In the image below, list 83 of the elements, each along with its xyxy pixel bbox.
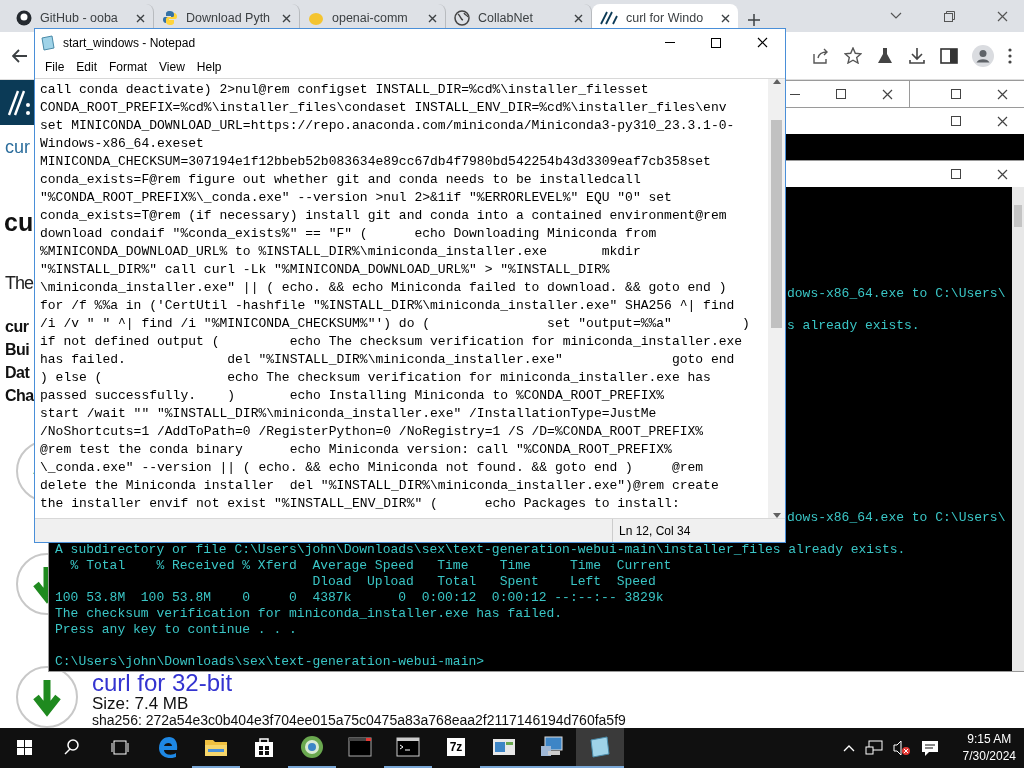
terminal-icon[interactable] — [396, 737, 420, 757]
detail-label: Cha — [5, 386, 34, 406]
maximize-icon[interactable] — [951, 116, 961, 126]
back-arrow-icon[interactable] — [12, 48, 28, 63]
maximize-icon[interactable] — [711, 37, 721, 48]
profile-icon[interactable] — [972, 44, 994, 67]
detail-label: Bui — [5, 340, 30, 360]
page-heading: cu — [4, 207, 34, 238]
search-icon[interactable] — [64, 739, 80, 755]
page-link[interactable]: cur — [5, 135, 30, 159]
intro-text: The — [5, 272, 34, 295]
minimize-icon[interactable] — [790, 93, 800, 95]
archive-app-label[interactable]: 7z — [446, 738, 466, 756]
slashes-icon — [600, 10, 618, 26]
shopping-bag-icon[interactable] — [254, 736, 274, 758]
close-icon[interactable] — [721, 13, 730, 23]
speaker-muted-icon[interactable] — [892, 740, 911, 756]
download-link[interactable]: curl for 32-bit — [92, 671, 233, 695]
close-icon[interactable] — [282, 13, 291, 23]
share-icon[interactable] — [812, 47, 830, 64]
maximize-icon[interactable] — [836, 89, 846, 99]
file-size: Size: 7.4 MB — [92, 695, 189, 713]
console-line: s already exists. — [787, 318, 920, 334]
chevron-up-icon[interactable] — [842, 744, 855, 752]
console-line: The checksum verification for miniconda_installer.exe has failed. — [55, 606, 563, 622]
close-icon[interactable] — [997, 115, 1008, 127]
site-logo-icon — [6, 88, 32, 117]
close-icon[interactable] — [997, 88, 1008, 100]
control-panel-icon[interactable] — [492, 737, 516, 757]
clock-time[interactable]: 9:15 AM — [967, 731, 1012, 748]
new-tab-icon[interactable] — [748, 14, 760, 26]
cursor-position: Ln 12, Col 34 — [612, 519, 691, 542]
download-icon[interactable] — [908, 46, 926, 65]
flask-icon[interactable] — [876, 46, 894, 65]
text-editor[interactable]: call conda deactivate) 2>nul@rem configset INSTALL_DIR=%cd%\installer_filesset CONDA_ROOT_PREFIX=%cd%\installer_files\condaset INSTALL_ENV_DIR=%cd%\installer_files\env set MINICONDA_DOWNLOAD_URL=https://repo.anaconda.com/miniconda/Miniconda3-py310_23.3.1-0- Windows-x86_64.exeset MINICONDA_CHECKSUM=307194e1f12bbeb52b083634e89cc67db4f7980bd542254b43d3309eaf7cb358set conda_exists=F@rem figure out whether git and conda needs to be installedcall "%CONDA_ROOT_PREFIX%\_conda.exe" --version >nul 2>&1if "%ERRORLEVEL%" EQU "0" set conda_exists=T@rem (if necessary) install git and conda into a contained environment@rem download condaif "%conda_exists%" == "F" ( echo Downloading Miniconda from %MINICONDA_DOWNLOAD_URL% to %INSTALL_DIR%\miniconda_installer.exe mkdir "%INSTALL_DIR%" call curl -Lk "%MINICONDA_DOWNLOAD_URL%" > "%INSTALL_DIR% \miniconda_installer.exe" || ( echo. && echo Miniconda failed to download. && goto end ) for /f %%a in ('CertUtil -hashfile "%INSTALL_DIR%\miniconda_installer.exe" SHA256 ^| find /i /v " " ^| find /i "%MINICONDA_CHECKSUM%"') do ( set "output=%%a" ) if not defined output ( echo The checksum verification for miniconda_installer.exe has failed. del "%INSTALL_DIR%\miniconda_installer.exe" goto end ) else ( echo The checksum verification for miniconda_installer.exe has passed successfully. ) echo Installing Miniconda to %CONDA_ROOT_PREFIX% start /wait "" "%INSTALL_DIR%\miniconda_installer.exe" /InstallationType=JustMe /NoShortcuts=1 /AddToPath=0 /RegisterPython=0 /NoRegistry=1 /S /D=%CONDA_ROOT_PREFIX% @rem test the conda binary echo Miniconda version: call "%CONDA_ROOT_PREFIX% \_conda.exe" --version || ( echo. && echo Miniconda not found. && goto end ) @rem delete the Miniconda installer del "%INSTALL_DIR%\miniconda_installer.exe")@rem create the installer envif not exist "%INSTALL_ENV_DIR%" ( echo Packages to install: — [35, 79, 768, 518]
star-icon[interactable] — [844, 47, 862, 64]
download-button[interactable] — [16, 666, 78, 728]
detail-label: Dat — [5, 363, 30, 383]
close-icon[interactable] — [136, 13, 145, 23]
console-line: 100 53.8M 100 53.8M 0 0 4387k 0 0:00:12 0:00:12 --:--:-- 3829k — [55, 590, 664, 606]
window-title: start_windows - Notepad — [63, 35, 196, 50]
chevron-down-icon[interactable] — [890, 12, 902, 20]
network-icon[interactable] — [864, 740, 883, 756]
maximize-icon[interactable] — [951, 169, 961, 179]
scrollbar[interactable] — [1012, 187, 1024, 671]
notepad-icon[interactable] — [588, 736, 612, 758]
clock-date[interactable]: 7/30/2024 — [962, 748, 1016, 765]
snake-logo-icon — [162, 10, 178, 26]
windows-logo-icon[interactable] — [16, 739, 32, 755]
close-icon[interactable] — [756, 37, 768, 48]
close-icon[interactable] — [882, 88, 893, 100]
console-line: dows-x86_64.exe to C:\Users\ — [787, 286, 1006, 302]
notepad-icon — [41, 34, 55, 51]
close-icon[interactable] — [428, 13, 437, 23]
console-line: Dload Upload Total Spent Left Speed — [311, 574, 656, 590]
menu-item[interactable]: File — [39, 60, 71, 74]
maximize-icon[interactable] — [951, 89, 961, 99]
close-icon[interactable] — [574, 13, 583, 23]
side-panel-icon[interactable] — [940, 47, 958, 64]
close-icon[interactable] — [997, 168, 1008, 180]
scrollbar-thumb[interactable] — [771, 119, 782, 328]
notification-icon[interactable] — [920, 739, 939, 757]
console-line: A subdirectory or file C:\Users\john\Downloads\sex\text-generation-webui-main\installer_files already exists. — [55, 542, 906, 558]
console-line: C:\Users\john\Downloads\sex\text-generation-webui-main> — [55, 654, 485, 670]
window-icon[interactable] — [348, 737, 372, 757]
kebab-menu-icon[interactable] — [1008, 47, 1012, 64]
detail-label: cur — [5, 317, 29, 337]
e-logo-icon[interactable] — [157, 736, 179, 758]
menu-item[interactable]: Edit — [70, 60, 104, 74]
scrollbar-thumb[interactable] — [1014, 205, 1022, 227]
console-line: Press any key to continue . . . — [55, 622, 297, 638]
task-view-icon[interactable] — [111, 739, 129, 755]
menu-item[interactable]: Help — [190, 60, 228, 74]
computer-icon[interactable] — [540, 736, 564, 758]
console-line: dows-x86_64.exe to C:\Users\ — [787, 510, 1006, 526]
scrollbar[interactable] — [768, 79, 785, 518]
restore-icon[interactable] — [944, 10, 955, 22]
folder-icon[interactable] — [204, 737, 228, 757]
menu-item[interactable]: Format — [103, 60, 154, 74]
menu-item[interactable]: View — [153, 60, 191, 74]
blob-icon — [308, 10, 324, 26]
console-line: % Total % Received % Xferd Average Speed Time Time Time Current — [69, 558, 672, 574]
checksum-text: sha256: 272a54e3c0b404e3f704ee015a75c0475a83a768eaa2f2117146194d760fa5f9 — [92, 713, 626, 728]
